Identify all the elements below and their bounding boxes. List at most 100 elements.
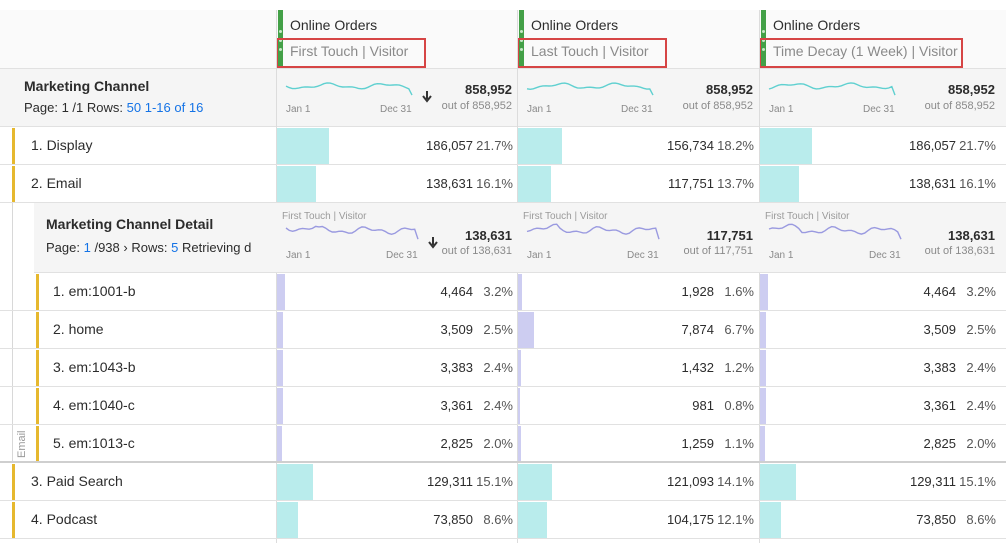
row-label[interactable]: 4. em:1040-c: [53, 397, 273, 415]
sparkline-axis-start: Jan 1: [769, 250, 794, 261]
row-marker: [12, 128, 15, 164]
cell-percent: 2.5%: [966, 322, 996, 337]
cell-value[interactable]: 4,464: [336, 284, 473, 300]
cell-value[interactable]: 3,383: [336, 360, 473, 376]
row-label[interactable]: 2. Email: [31, 175, 251, 193]
cell-value[interactable]: 129,311: [336, 474, 473, 490]
cell-value[interactable]: 3,509: [336, 322, 473, 338]
row-marker: [12, 502, 15, 538]
percentage-bar: [760, 464, 796, 500]
column-total-out-of: out of 858,952: [682, 100, 753, 112]
cell-value[interactable]: 138,631: [819, 176, 956, 192]
percentage-bar: [760, 166, 799, 202]
breakdown-total-out-of: out of 117,751: [683, 245, 753, 257]
cell-percent: 1.6%: [724, 284, 754, 299]
column-total: 858,952: [465, 82, 512, 97]
row-marker: [36, 312, 39, 348]
percentage-bar: [760, 274, 768, 310]
cell-value[interactable]: 129,311: [819, 474, 956, 490]
cell-percent: 15.1%: [476, 474, 513, 489]
column-total-out-of: out of 858,952: [441, 100, 512, 112]
cell-value[interactable]: 981: [577, 398, 714, 414]
percentage-bar: [518, 128, 562, 164]
cell-value[interactable]: 117,751: [577, 176, 714, 192]
cell-percent: 1.1%: [724, 436, 754, 451]
attribution-model-label[interactable]: Last Touch | Visitor: [531, 43, 731, 61]
cell-value[interactable]: 73,850: [336, 512, 473, 528]
column-total: 858,952: [706, 82, 753, 97]
cell-value[interactable]: 1,259: [577, 436, 714, 452]
cell-percent: 3.2%: [966, 284, 996, 299]
cell-value[interactable]: 121,093: [577, 474, 714, 490]
sparkline-axis-start: Jan 1: [286, 250, 311, 261]
sparkline-axis-start: Jan 1: [527, 104, 552, 115]
cell-percent: 21.7%: [476, 138, 513, 153]
row-label[interactable]: 5. em:1013-c: [53, 435, 273, 453]
breakdown-total: 117,751: [706, 228, 753, 243]
cell-percent: 6.7%: [724, 322, 754, 337]
row-label[interactable]: 3. em:1043-b: [53, 359, 273, 377]
cell-value[interactable]: 2,825: [336, 436, 473, 452]
dimension-title[interactable]: Marketing Channel: [24, 78, 264, 96]
cell-percent: 2.4%: [483, 360, 513, 375]
breakdown-pagination: Page: 1 /938 › Rows: 5 Retrieving d: [46, 240, 274, 258]
cell-percent: 2.4%: [966, 398, 996, 413]
page-current[interactable]: 1: [84, 240, 91, 255]
row-marker: [12, 166, 15, 202]
rows-label: Rows:: [86, 100, 124, 115]
cell-value[interactable]: 2,825: [819, 436, 956, 452]
chevron-right-icon[interactable]: ›: [123, 240, 127, 255]
cell-percent: 2.4%: [483, 398, 513, 413]
page-indicator: Page: 1 /1: [24, 100, 84, 115]
percentage-bar: [277, 312, 283, 348]
cell-value[interactable]: 156,734: [577, 138, 714, 154]
attribution-model-label[interactable]: Time Decay (1 Week) | Visitor: [773, 43, 973, 61]
cell-value[interactable]: 3,509: [819, 322, 956, 338]
cell-value[interactable]: 3,361: [819, 398, 956, 414]
cell-value[interactable]: 3,383: [819, 360, 956, 376]
cell-value[interactable]: 104,175: [577, 512, 714, 528]
row-marker: [12, 464, 15, 500]
cell-value[interactable]: 7,874: [577, 322, 714, 338]
row-label[interactable]: 1. em:1001-b: [53, 283, 273, 301]
cell-value[interactable]: 1,432: [577, 360, 714, 376]
row-label[interactable]: 3. Paid Search: [31, 473, 251, 491]
row-label[interactable]: 2. home: [53, 321, 273, 339]
rows-per-page-selector[interactable]: 50: [127, 100, 141, 115]
row-range: 1-16 of 16: [144, 100, 204, 115]
loading-status: Retrieving d: [181, 240, 252, 255]
breakdown-total: 138,631: [465, 228, 512, 243]
page-label: Page:: [46, 240, 80, 255]
percentage-bar: [518, 464, 552, 500]
cell-value[interactable]: 186,057: [336, 138, 473, 154]
cell-percent: 2.0%: [483, 436, 513, 451]
cell-percent: 2.0%: [966, 436, 996, 451]
percentage-bar: [277, 274, 285, 310]
cell-percent: 14.1%: [717, 474, 754, 489]
percentage-bar: [760, 312, 766, 348]
column-total: 858,952: [948, 82, 995, 97]
row-divider: [0, 538, 1006, 539]
row-marker: [36, 350, 39, 386]
percentage-bar: [760, 426, 765, 462]
percentage-bar: [518, 274, 522, 310]
row-label[interactable]: 4. Podcast: [31, 511, 251, 529]
cell-value[interactable]: 4,464: [819, 284, 956, 300]
cell-value[interactable]: 138,631: [336, 176, 473, 192]
column-total-out-of: out of 858,952: [924, 100, 995, 112]
percentage-bar: [760, 502, 781, 538]
cell-value[interactable]: 1,928: [577, 284, 714, 300]
cell-value[interactable]: 73,850: [819, 512, 956, 528]
breakdown-dimension-title[interactable]: Marketing Channel Detail: [46, 216, 266, 234]
header-divider: [0, 68, 1006, 69]
cell-percent: 21.7%: [959, 138, 996, 153]
row-marker: [36, 426, 39, 462]
metric-title: Online Orders: [773, 17, 861, 33]
row-label[interactable]: 1. Display: [31, 137, 251, 155]
rows-per-page-selector[interactable]: 5: [171, 240, 178, 255]
cell-value[interactable]: 3,361: [336, 398, 473, 414]
attribution-model-label[interactable]: First Touch | Visitor: [290, 43, 490, 61]
percentage-bar: [518, 350, 521, 386]
percentage-bar: [518, 388, 520, 424]
cell-value[interactable]: 186,057: [819, 138, 956, 154]
